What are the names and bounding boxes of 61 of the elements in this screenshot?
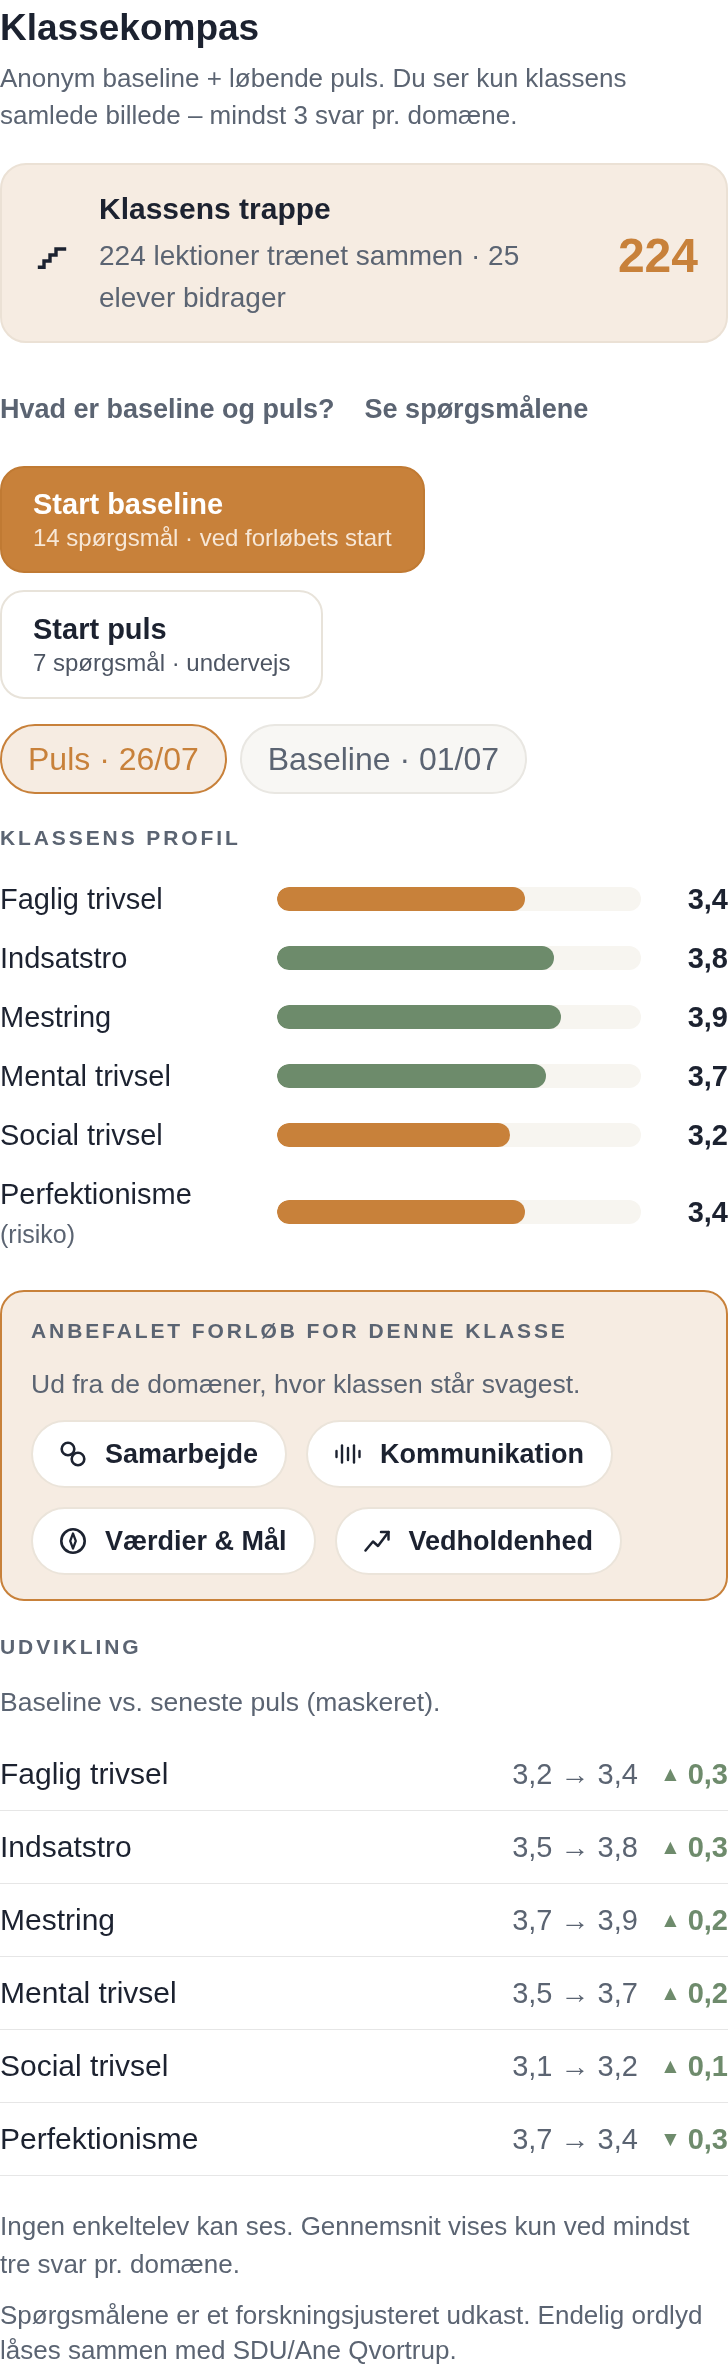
delta-value: 0,3 <box>687 1830 728 1865</box>
domain-label: Perfektionisme <box>0 1177 193 1212</box>
audio-lines-icon <box>335 1444 362 1464</box>
course-chip[interactable]: Værdier & Mål <box>31 1507 316 1575</box>
card-heading: ANBEFALET FORLØB FOR DENNE KLASSE <box>31 1319 569 1343</box>
card-text: Ud fra de domæner, hvor klassen står svagest. <box>31 1368 582 1400</box>
linked-circles-icon <box>60 1441 86 1467</box>
trend-marker: ▲ <box>659 1761 681 1787</box>
trend-marker: ▲ <box>659 2053 681 2079</box>
domain-label: Mestring <box>0 1000 113 1035</box>
trend-marker: ▲ <box>659 1907 681 1933</box>
delta-value: 0,2 <box>687 1903 728 1938</box>
domain-label: Indsatstro <box>0 941 129 976</box>
score-value: 3,4 <box>687 1195 728 1230</box>
section-heading: KLASSENS PROFIL <box>0 826 242 850</box>
domain-label: Mestring <box>0 1902 116 1938</box>
card-title: Klassens trappe <box>99 192 332 226</box>
score-value: 3,8 <box>687 941 728 976</box>
trend-marker: ▲ <box>659 1834 681 1860</box>
start-survey-button[interactable]: Start puls 7 spørgsmål · undervejs <box>0 590 324 699</box>
risk-note: (risiko) <box>0 1219 76 1250</box>
lesson-count: 224 <box>617 227 698 284</box>
compass-icon <box>60 1528 86 1554</box>
score-change: 3,1 → 3,2 <box>512 2049 638 2084</box>
score-change: 3,7 → 3,4 <box>512 2122 638 2157</box>
page-title: Klassekompas <box>0 6 261 50</box>
footnote: Spørgsmålene er et forskningsjusteret udkast. Endelig ordlyd låses sammen med SDU/Ane Qvortrup. <box>0 2299 704 2367</box>
footnote: Ingen enkeltelev kan ses. Gennemsnit vises kun ved mindst tre svar pr. domæne. <box>0 2210 691 2281</box>
score-change: 3,5 → 3,7 <box>512 1976 638 2011</box>
score-change: 3,5 → 3,8 <box>512 1830 638 1865</box>
page-subtitle: Anonym baseline + løbende puls. Du ser kun klassens samlede billede – mindst 3 svar pr. domæne. <box>0 62 628 132</box>
questions-link[interactable]: Se spørgsmålene <box>364 393 589 425</box>
score-value: 3,2 <box>687 1118 728 1153</box>
score-value: 3,9 <box>687 1000 728 1035</box>
course-chip[interactable]: Kommunikation <box>306 1420 614 1488</box>
score-change: 3,7 → 3,9 <box>512 1903 638 1938</box>
section-heading: UDVIKLING <box>0 1635 143 1659</box>
measurement-tab[interactable]: Baseline · 01/07 <box>239 724 528 794</box>
score-change: 3,2 → 3,4 <box>512 1757 638 1792</box>
domain-label: Perfektionisme <box>0 2121 199 2157</box>
domain-label: Mental trivsel <box>0 1059 172 1094</box>
delta-value: 0,3 <box>687 1757 728 1792</box>
score-value: 3,7 <box>687 1059 728 1094</box>
card-text: 224 lektioner trænet sammen · 25 elever bidrager <box>99 239 521 315</box>
delta-value: 0,1 <box>687 2049 728 2084</box>
delta-value: 0,3 <box>687 2122 728 2157</box>
domain-label: Social trivsel <box>0 2048 169 2084</box>
delta-value: 0,2 <box>687 1976 728 2011</box>
trend-marker: ▲ <box>659 1980 681 2006</box>
section-description: Baseline vs. seneste puls (maskeret). <box>0 1686 442 1718</box>
domain-label: Faglig trivsel <box>0 1756 169 1792</box>
score-value: 3,4 <box>687 882 728 917</box>
domain-label: Indsatstro <box>0 1829 132 1865</box>
trending-up-icon <box>363 1530 390 1552</box>
baseline-info-link[interactable]: Hvad er baseline og puls? <box>0 393 335 425</box>
domain-label: Mental trivsel <box>0 1975 177 2011</box>
trend-marker: ▼ <box>659 2126 681 2152</box>
course-chip[interactable]: Vedholdenhed <box>334 1507 623 1575</box>
domain-label: Faglig trivsel <box>0 882 164 917</box>
course-chip[interactable]: Samarbejde <box>31 1420 288 1488</box>
domain-label: Social trivsel <box>0 1118 164 1153</box>
